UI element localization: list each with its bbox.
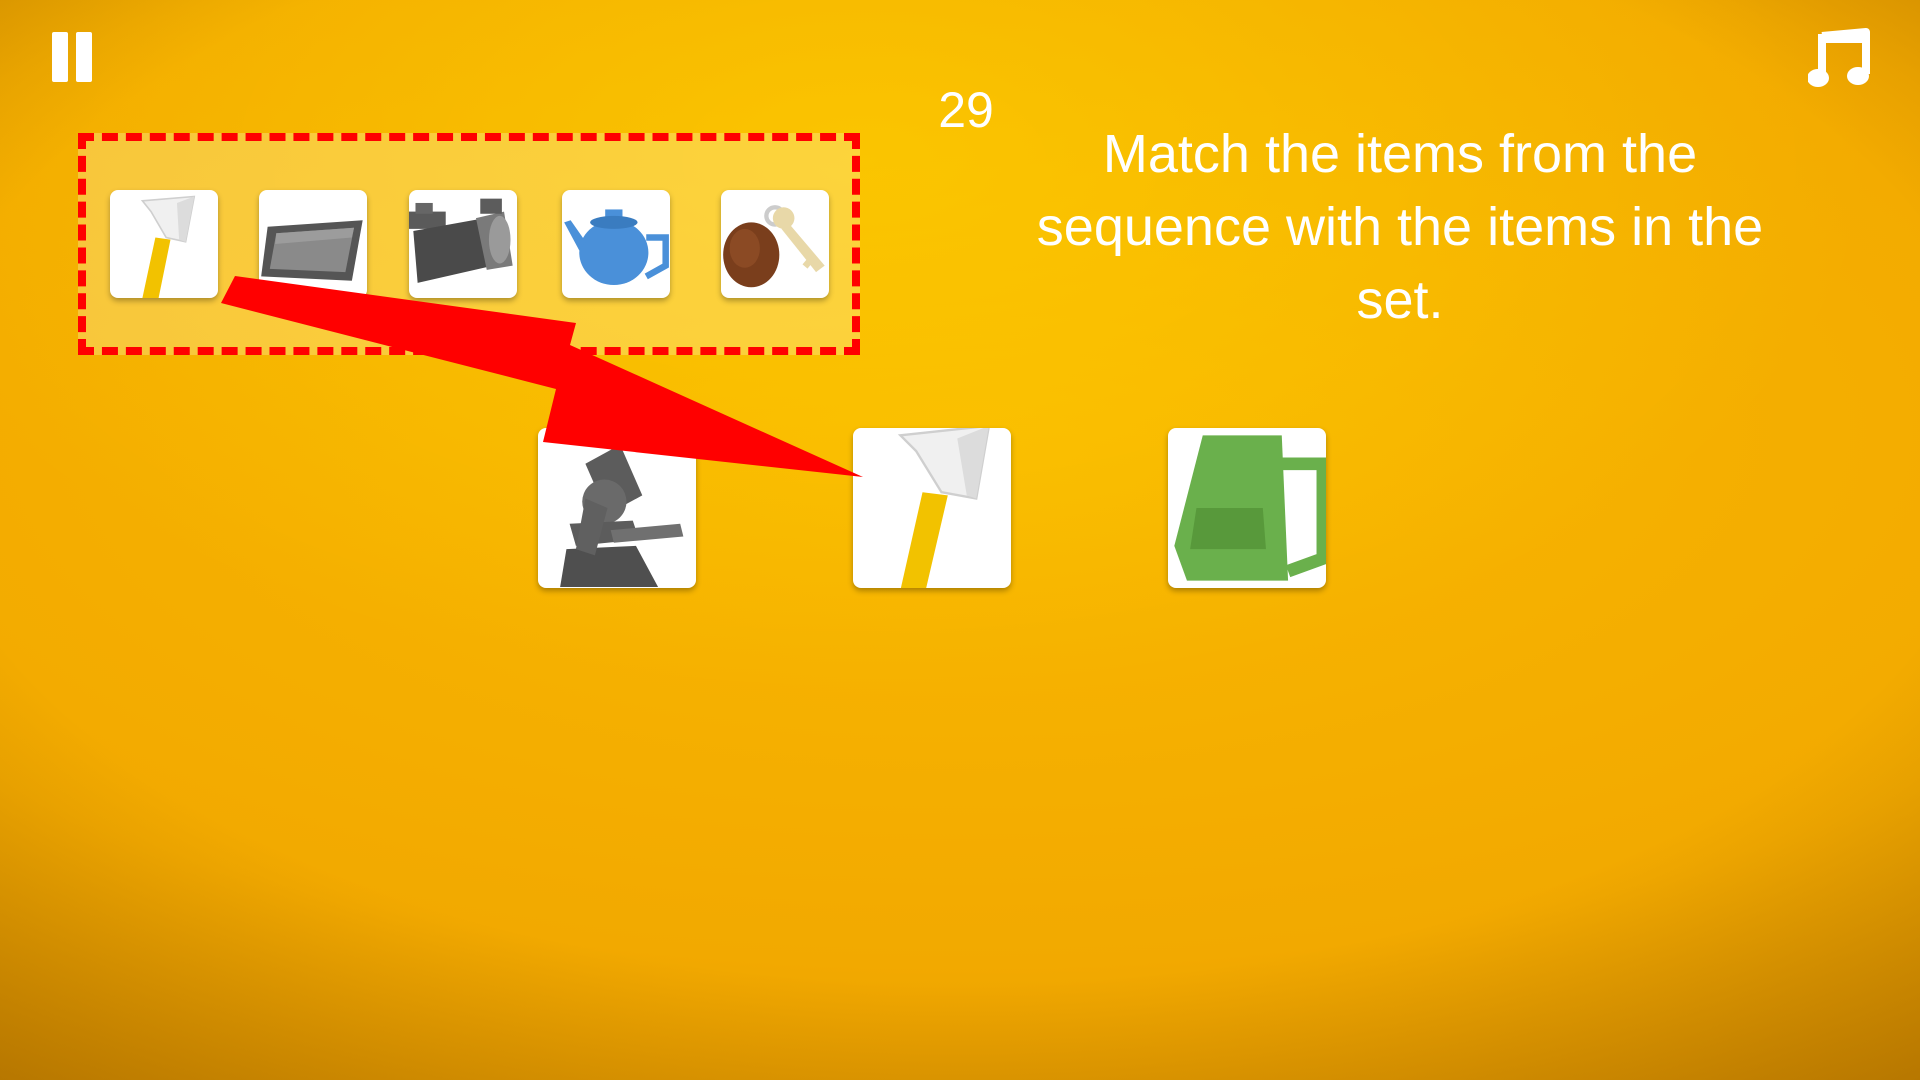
- set-item-microscope[interactable]: [538, 428, 696, 588]
- mug-icon: [1174, 435, 1326, 581]
- tablet-icon: [261, 220, 363, 281]
- microscope-icon: [560, 444, 684, 587]
- axe-icon: [140, 195, 196, 298]
- set-item-axe[interactable]: [853, 428, 1011, 588]
- teapot-icon: [564, 209, 669, 286]
- key-icon: [723, 205, 825, 288]
- pause-button[interactable]: [50, 32, 94, 84]
- set-item-mug[interactable]: [1168, 428, 1326, 588]
- sequence-item-axe: [110, 190, 218, 298]
- music-toggle-button[interactable]: [1807, 28, 1872, 92]
- video-camera-icon: [409, 198, 513, 283]
- sequence-item-tablet: [259, 190, 367, 298]
- music-note-icon: [1807, 28, 1870, 87]
- instruction-text: Match the items from the sequence with t…: [1036, 124, 1764, 330]
- sequence-item-video-camera: [409, 190, 517, 298]
- axe-icon: [897, 428, 990, 588]
- sequence-item-key: [721, 190, 829, 298]
- sequence-item-teapot: [562, 190, 670, 298]
